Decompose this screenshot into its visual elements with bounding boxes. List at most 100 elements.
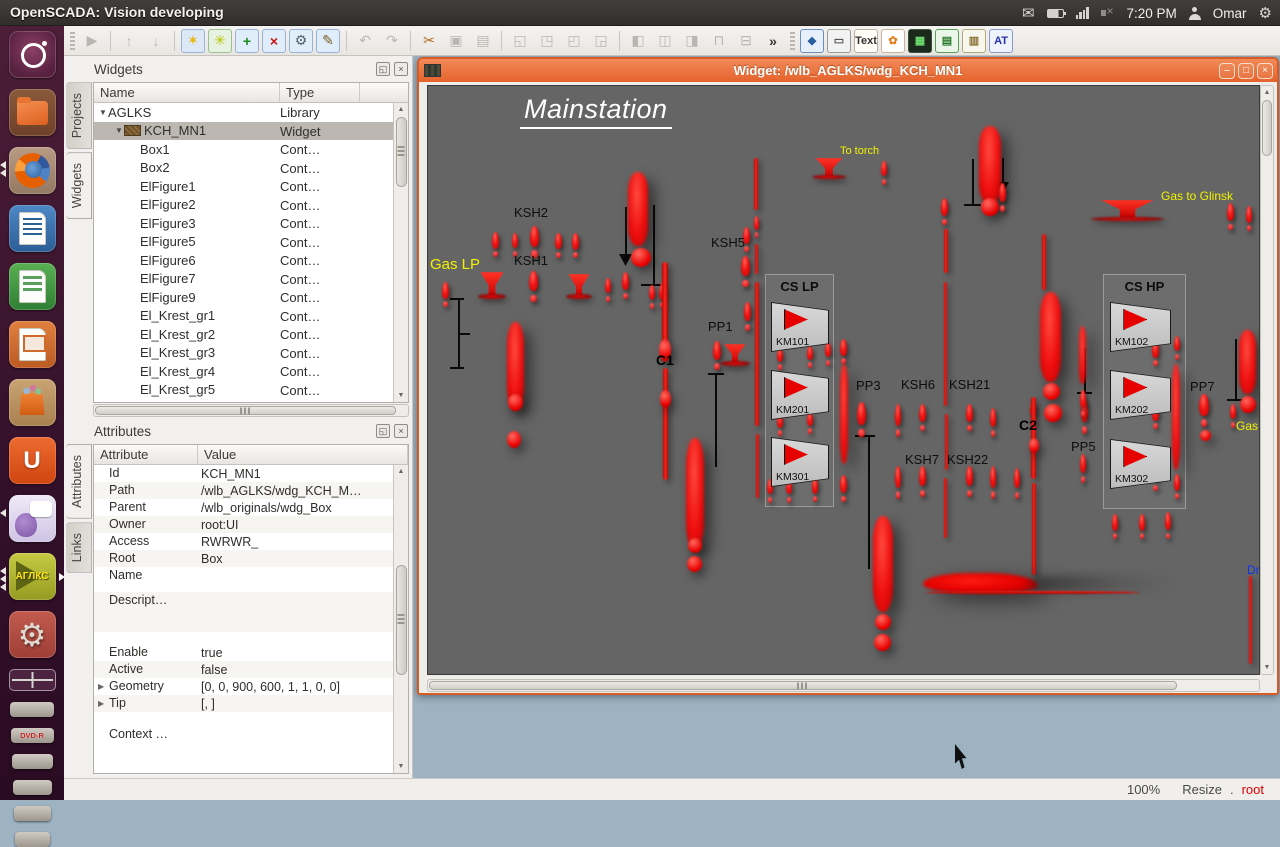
canvas-label[interactable]: PP3	[856, 378, 881, 393]
tree-horizontal-scrollbar[interactable]	[93, 404, 409, 417]
canvas-label[interactable]: Dn	[1247, 563, 1260, 577]
canvas-label[interactable]: To torch	[840, 145, 879, 157]
canvas-label[interactable]: PP1	[708, 319, 733, 334]
drive-launcher-icon[interactable]	[12, 754, 53, 769]
shape-exs[interactable]	[554, 233, 563, 258]
shape-exs[interactable]	[918, 404, 927, 432]
shape-vl[interactable]	[944, 282, 947, 406]
canvas-label[interactable]: KSH22	[947, 452, 988, 467]
shape-ball[interactable]	[875, 614, 891, 630]
shape-bh[interactable]	[964, 204, 981, 206]
canvas-label[interactable]: C1	[656, 352, 674, 368]
shape-ball[interactable]	[981, 198, 999, 216]
tree-row[interactable]: El_Krest_gr5Cont…	[94, 381, 393, 400]
shape-vl[interactable]	[663, 368, 668, 480]
shape-exs[interactable]	[753, 216, 760, 238]
shape-exs[interactable]	[998, 183, 1007, 213]
canvas-horizontal-scrollbar[interactable]	[427, 679, 1260, 692]
attribute-value[interactable]: root:UI	[201, 518, 393, 532]
align-top-button[interactable]: ⊓	[707, 29, 731, 53]
shape-ball[interactable]	[687, 556, 702, 572]
tree-row[interactable]: El_Krest_gr2Cont…	[94, 325, 393, 344]
session-gear-icon[interactable]: ⚙	[1259, 4, 1272, 22]
shape-exl[interactable]	[1239, 330, 1256, 394]
shape-exs[interactable]	[604, 278, 612, 302]
toolbar-drag-handle[interactable]	[790, 32, 795, 50]
attribute-row[interactable]: RootBox	[94, 550, 393, 567]
attribute-row[interactable]: ▶Tip[, ]	[94, 695, 393, 712]
shape-exs[interactable]	[740, 256, 751, 288]
shape-exl[interactable]	[1172, 364, 1180, 470]
raise-button[interactable]: ◱	[508, 29, 532, 53]
attribute-value[interactable]: Box	[201, 552, 393, 566]
attribute-row[interactable]: Parent/wlb_originals/wdg_Box	[94, 499, 393, 516]
shape-disc[interactable]	[720, 361, 750, 366]
openscada-aglks-launcher-icon[interactable]: АГЛКС	[9, 553, 56, 600]
prim-text-button[interactable]: Text	[854, 29, 878, 53]
canvas-label[interactable]: Mainstation	[520, 94, 672, 129]
user-icon[interactable]	[1189, 7, 1201, 20]
shape-exl[interactable]	[628, 172, 648, 246]
canvas-label[interactable]: PP7	[1190, 379, 1215, 394]
shape-fun[interactable]	[1100, 200, 1155, 218]
tree-col-type[interactable]: Type	[280, 83, 360, 102]
compressor-KM101[interactable]: KM101	[771, 302, 829, 352]
drive-launcher-icon[interactable]	[10, 702, 54, 717]
attribute-row[interactable]: IdKCH_MN1	[94, 465, 393, 482]
shape-exs[interactable]	[989, 466, 997, 500]
shape-vl[interactable]	[1032, 483, 1036, 575]
run-project-button[interactable]: ▶	[80, 29, 104, 53]
shape-exs[interactable]	[1245, 206, 1253, 232]
visual-item-edit-button[interactable]: ✎	[316, 29, 340, 53]
shape-exl[interactable]	[1040, 292, 1061, 382]
tab-widgets[interactable]: Widgets	[66, 152, 92, 219]
attribute-row[interactable]: Descript…	[94, 592, 393, 632]
tree-row[interactable]: ElFigure2Cont…	[94, 196, 393, 215]
tree-row[interactable]: El_Krest_gr4Cont…	[94, 362, 393, 381]
expand-arrow-icon[interactable]: ▼	[98, 108, 108, 117]
shape-vl[interactable]	[755, 244, 758, 274]
attribute-value[interactable]: RWRWR_	[201, 535, 393, 549]
compressor-KM301[interactable]: KM301	[771, 437, 829, 487]
prim-media-button[interactable]: ✿	[881, 29, 905, 53]
attribute-row[interactable]: AccessRWRWR_	[94, 533, 393, 550]
shape-exs[interactable]	[491, 232, 500, 258]
expand-arrow-icon[interactable]: ▼	[114, 126, 124, 135]
lower-to-bottom-button[interactable]: ◲	[589, 29, 613, 53]
attributes-vertical-scrollbar[interactable]: ▲▼	[393, 465, 408, 773]
shape-exs[interactable]	[1013, 468, 1021, 500]
tree-row[interactable]: ElFigure1Cont…	[94, 177, 393, 196]
canvas-label[interactable]: KSH1	[514, 253, 548, 268]
tree-row[interactable]: El_Krest_gr3Cont…	[94, 344, 393, 363]
username[interactable]: Omar	[1213, 6, 1247, 21]
tree-row[interactable]: ElFigure7Cont…	[94, 270, 393, 289]
tree-row[interactable]: Box2Cont…	[94, 159, 393, 178]
widget-window-titlebar[interactable]: Widget: /wlb_AGLKS/wdg_KCH_MN1 – □ ×	[419, 59, 1277, 82]
shape-ball[interactable]	[1200, 430, 1211, 441]
network-signal-icon[interactable]	[1076, 7, 1089, 19]
new-visual-item-button[interactable]: ✶	[181, 29, 205, 53]
shape-exs[interactable]	[743, 302, 752, 332]
shape-vl[interactable]	[754, 158, 758, 210]
attr-col-attribute[interactable]: Attribute	[94, 445, 198, 464]
shape-exs[interactable]	[894, 404, 902, 438]
shape-exs[interactable]	[1173, 336, 1181, 360]
attribute-value[interactable]: false	[201, 663, 393, 677]
dock-close-button[interactable]: ×	[394, 62, 408, 76]
shape-bh[interactable]	[450, 298, 464, 300]
prim-diagram-button[interactable]: ▦	[908, 29, 932, 53]
canvas-label[interactable]: KSH6	[901, 377, 935, 392]
drive-launcher-icon[interactable]	[14, 806, 51, 821]
shape-exs[interactable]	[839, 339, 848, 365]
shape-ball[interactable]	[507, 431, 521, 448]
widget-window[interactable]: Widget: /wlb_AGLKS/wdg_KCH_MN1 – □ × CS …	[417, 57, 1279, 695]
compressor-KM202[interactable]: KM202	[1110, 370, 1171, 420]
files-launcher-icon[interactable]	[9, 89, 56, 136]
software-center-launcher-icon[interactable]	[9, 379, 56, 426]
tab-links[interactable]: Links	[66, 522, 92, 573]
tab-projects[interactable]: Projects	[66, 82, 92, 149]
canvas-label[interactable]: Gas	[1236, 419, 1258, 433]
visual-item-properties-button[interactable]: ⚙	[289, 29, 313, 53]
shape-vl[interactable]	[755, 282, 759, 426]
shape-exs[interactable]	[1173, 474, 1181, 500]
